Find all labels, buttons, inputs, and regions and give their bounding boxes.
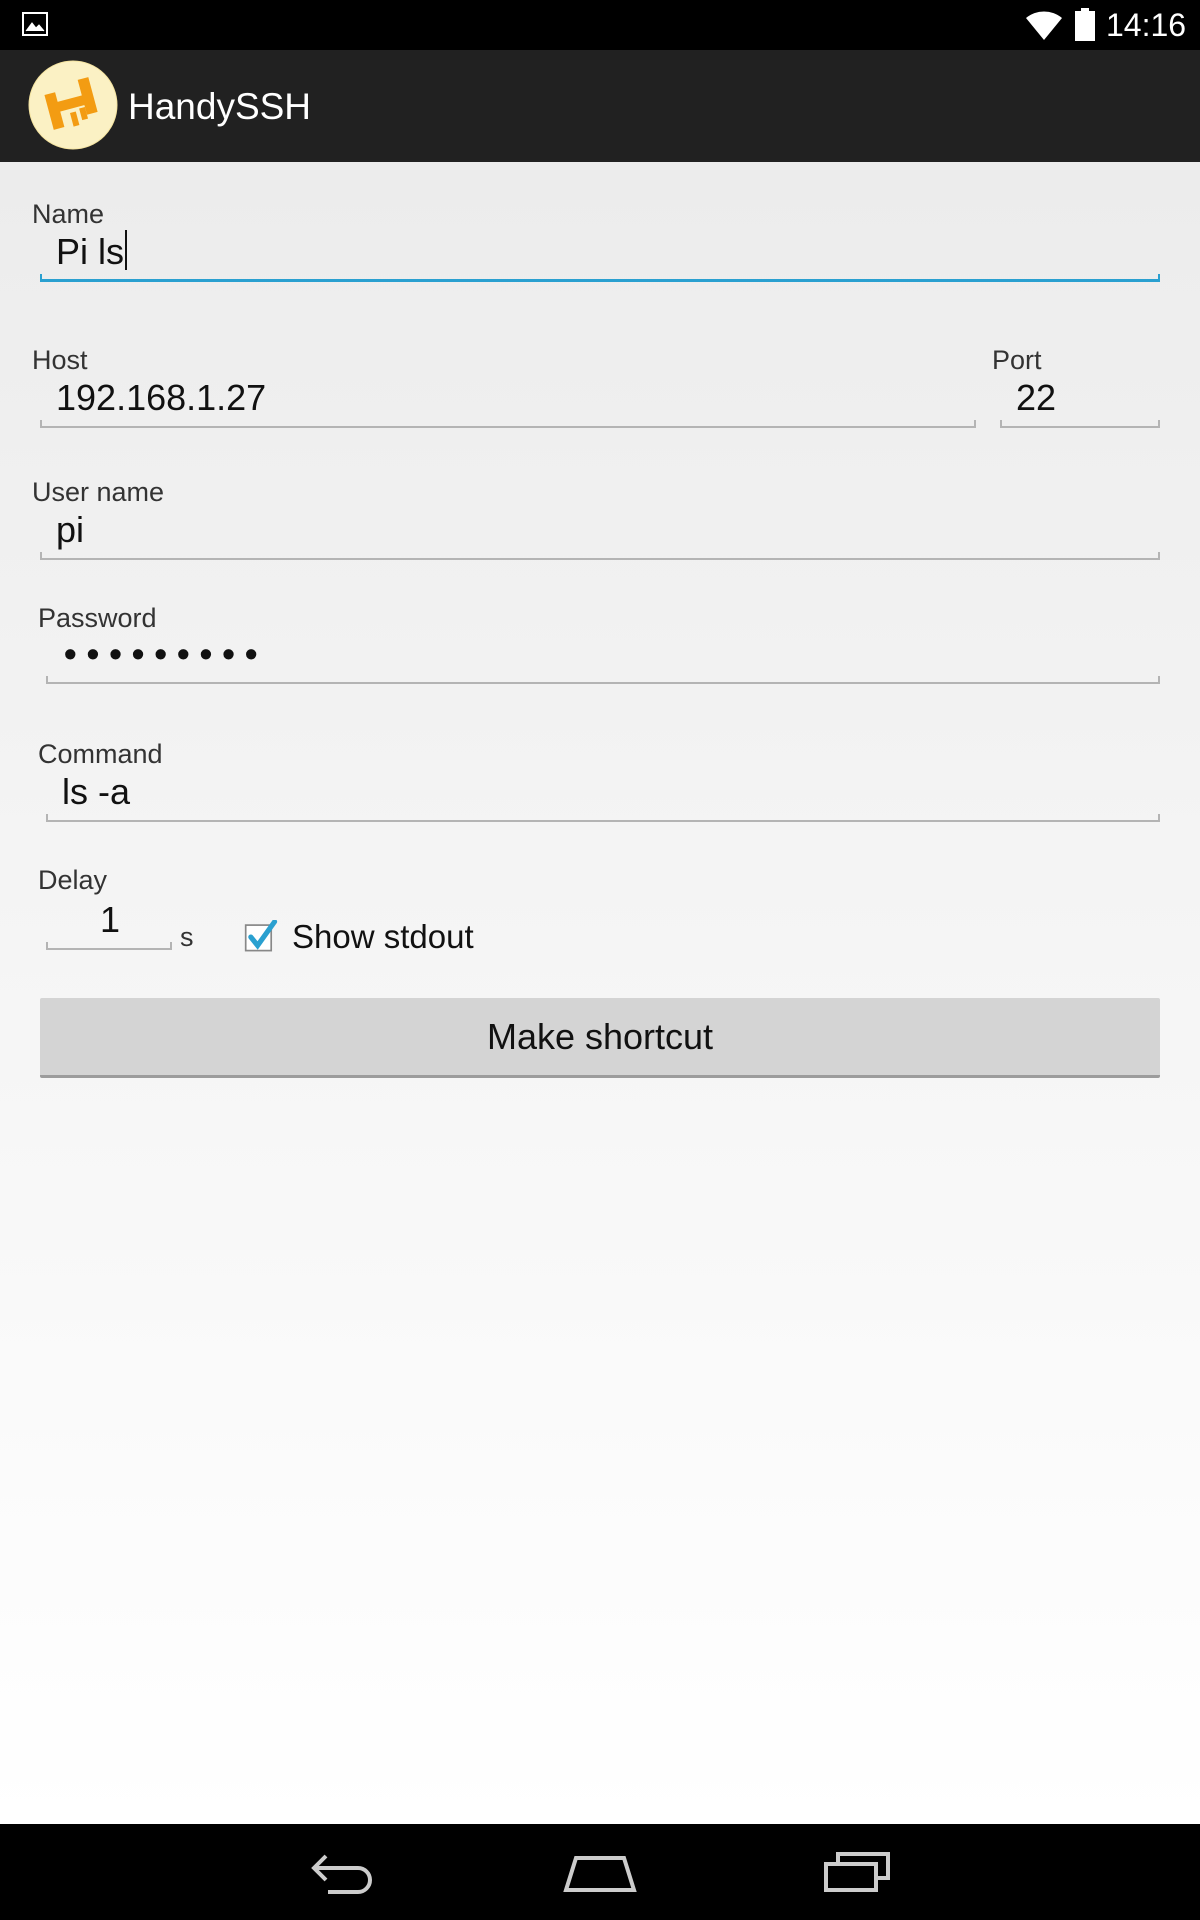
host-value: 192.168.1.27 (56, 377, 267, 418)
name-value: Pi ls (56, 231, 125, 272)
image-notification-icon (22, 12, 48, 36)
command-value: ls -a (62, 771, 131, 812)
port-field[interactable]: 22 (1000, 370, 1160, 428)
username-underline (40, 552, 1160, 560)
status-clock: 14:16 (1106, 7, 1187, 43)
port-value: 22 (1016, 377, 1057, 418)
password-underline (46, 676, 1160, 684)
host-field[interactable]: 192.168.1.27 (40, 370, 976, 428)
home-icon[interactable] (562, 1846, 638, 1896)
host-underline (40, 420, 976, 428)
show-stdout-checkbox[interactable] (244, 920, 278, 954)
password-field[interactable]: ••••••••• (46, 626, 1160, 684)
make-shortcut-button[interactable]: Make shortcut (40, 998, 1160, 1078)
text-cursor (125, 230, 128, 270)
show-stdout-label[interactable]: Show stdout (292, 916, 474, 958)
status-bar: 14:16 (0, 0, 1200, 50)
action-bar: HandySSH (0, 50, 1200, 162)
back-icon[interactable] (308, 1846, 378, 1896)
navigation-bar (0, 1824, 1200, 1920)
handyssh-logo-icon[interactable] (28, 60, 118, 150)
delay-value: 1 (100, 899, 121, 940)
port-underline (1000, 420, 1160, 428)
battery-icon (1075, 8, 1095, 41)
username-field[interactable]: pi (40, 502, 1160, 560)
delay-field[interactable]: 1 (46, 892, 172, 950)
app-title: HandySSH (128, 86, 312, 127)
username-value: pi (56, 509, 85, 550)
recent-apps-icon[interactable] (822, 1846, 892, 1896)
delay-underline (46, 942, 172, 950)
password-value: ••••••••• (64, 633, 268, 674)
shortcut-form: Name Pi ls Host 192.168.1.27 Port 22 Use… (0, 162, 1200, 1824)
command-underline (46, 814, 1160, 822)
name-field[interactable]: Pi ls (40, 224, 1160, 282)
wifi-icon (1026, 11, 1062, 40)
delay-unit: s (180, 922, 194, 952)
command-field[interactable]: ls -a (46, 764, 1160, 822)
name-underline (40, 274, 1160, 282)
